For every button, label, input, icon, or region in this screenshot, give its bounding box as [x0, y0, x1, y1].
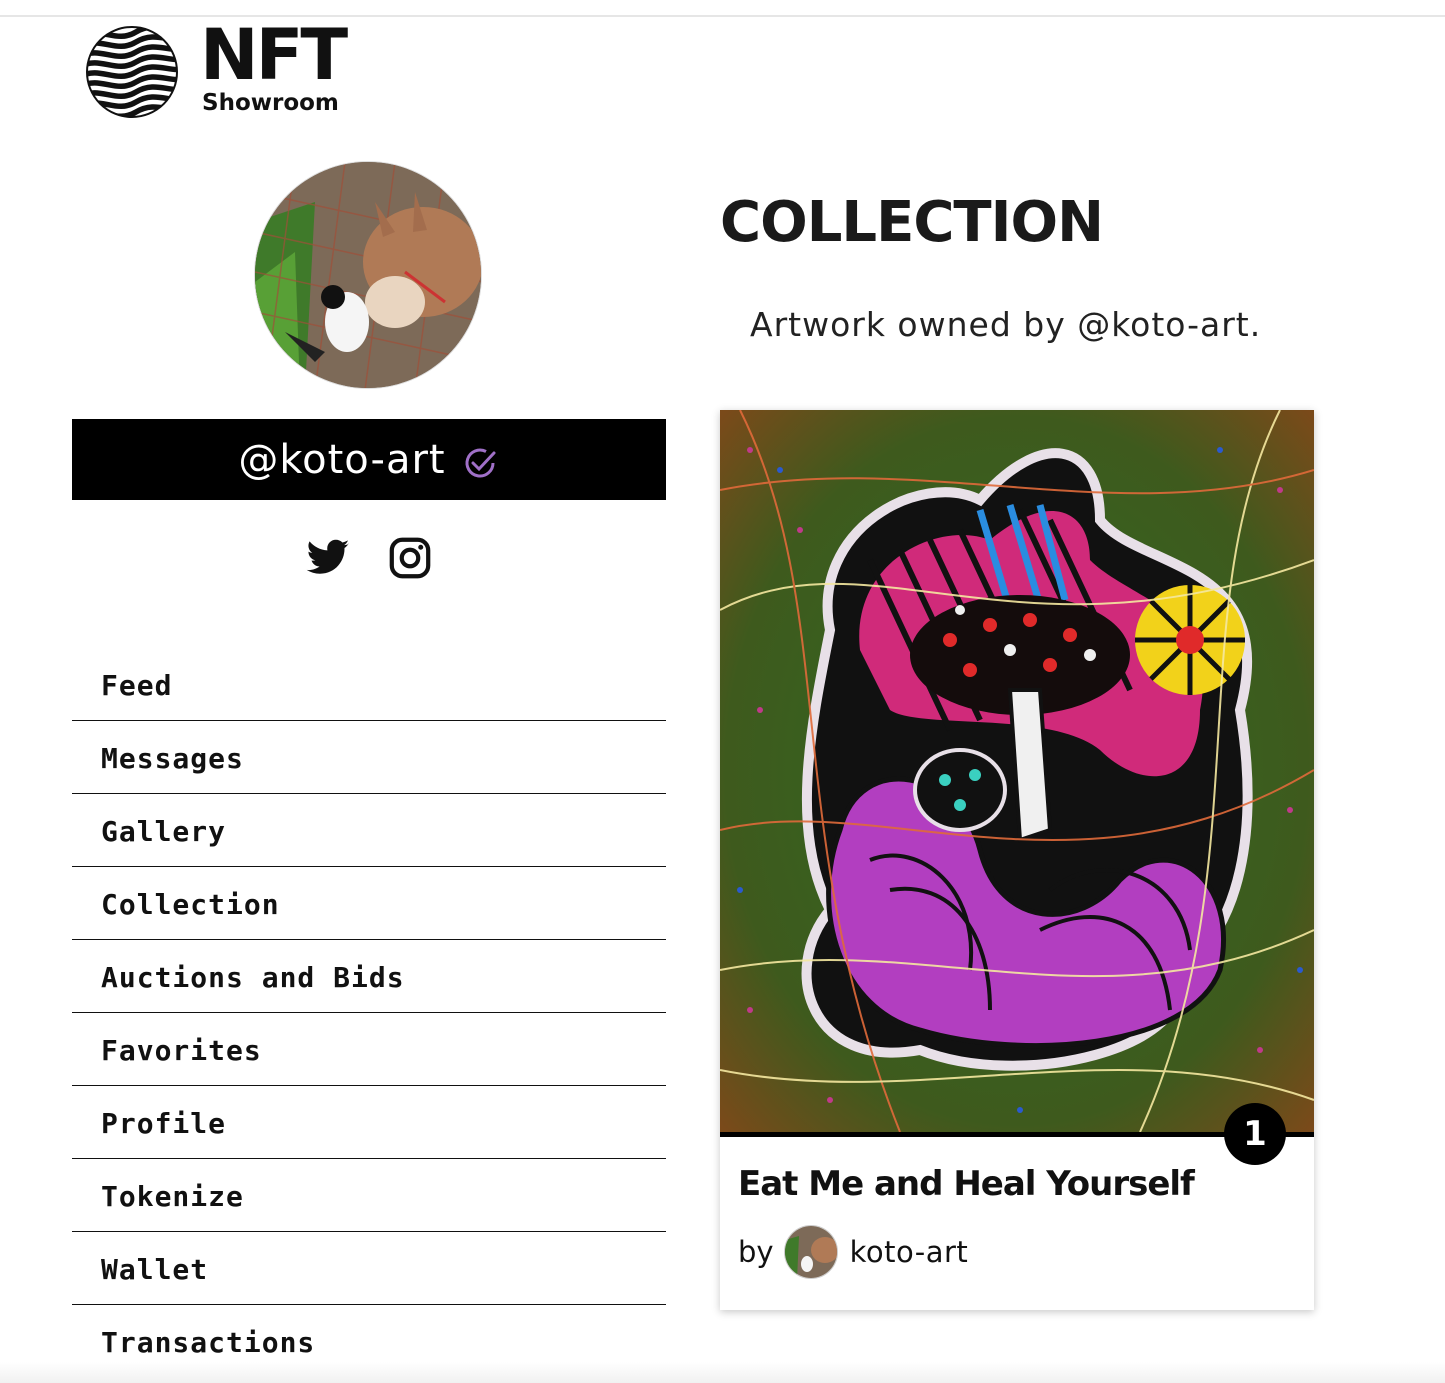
nav-item-label: Feed: [101, 668, 173, 702]
nav-item-tokenize[interactable]: Tokenize: [72, 1159, 666, 1232]
nav-item-favorites[interactable]: Favorites: [72, 1013, 666, 1086]
page-title: COLLECTION: [720, 190, 1104, 255]
nav-item-label: Profile: [101, 1106, 227, 1140]
site-logo[interactable]: NFT Showroom: [86, 20, 356, 124]
nav-item-collection[interactable]: Collection: [72, 867, 666, 940]
by-label: by: [738, 1235, 774, 1269]
nav-item-messages[interactable]: Messages: [72, 721, 666, 794]
profile-avatar: [254, 161, 482, 389]
creator-row: by koto-art: [738, 1225, 968, 1279]
wavy-globe-icon: [86, 26, 178, 118]
instagram-icon[interactable]: [387, 535, 433, 581]
creator-name[interactable]: koto-art: [850, 1235, 969, 1269]
nav-item-profile[interactable]: Profile: [72, 1086, 666, 1159]
page-subtitle: Artwork owned by @koto-art.: [750, 305, 1262, 344]
nav-item-label: Messages: [101, 741, 244, 775]
nav-item-feed[interactable]: Feed: [72, 648, 666, 721]
twitter-icon[interactable]: [305, 535, 351, 581]
artwork-title[interactable]: Eat Me and Heal Yourself: [738, 1164, 1195, 1204]
sidebar-nav: Feed Messages Gallery Collection Auction…: [72, 648, 666, 1378]
username: @koto-art: [238, 436, 446, 483]
verified-check-icon: [465, 448, 496, 478]
nav-item-label: Auctions and Bids: [101, 960, 405, 994]
nav-item-wallet[interactable]: Wallet: [72, 1232, 666, 1305]
donkey-and-cat-photo: [784, 1226, 837, 1278]
edition-badge: 1: [1224, 1103, 1286, 1165]
nav-item-label: Tokenize: [101, 1179, 244, 1213]
nav-item-label: Collection: [101, 887, 280, 921]
donkey-and-cat-photo: [255, 162, 481, 388]
nav-item-gallery[interactable]: Gallery: [72, 794, 666, 867]
brand-subtitle: Showroom: [202, 90, 339, 116]
username-banner: @koto-art: [72, 419, 666, 500]
nav-item-label: Favorites: [101, 1033, 262, 1067]
nav-item-label: Gallery: [101, 814, 227, 848]
bottom-shade: [0, 1362, 1445, 1383]
creator-avatar[interactable]: [783, 1225, 838, 1279]
psychedelic-mushroom-artwork: [720, 410, 1314, 1132]
nav-item-auctions-and-bids[interactable]: Auctions and Bids: [72, 940, 666, 1013]
artwork-image[interactable]: [720, 410, 1314, 1132]
nav-item-label: Transactions: [101, 1326, 316, 1359]
brand-wordmark: NFT: [200, 14, 348, 96]
nav-item-label: Wallet: [101, 1252, 209, 1286]
artwork-card[interactable]: 1 Eat Me and Heal Yourself by koto-art: [720, 410, 1314, 1310]
